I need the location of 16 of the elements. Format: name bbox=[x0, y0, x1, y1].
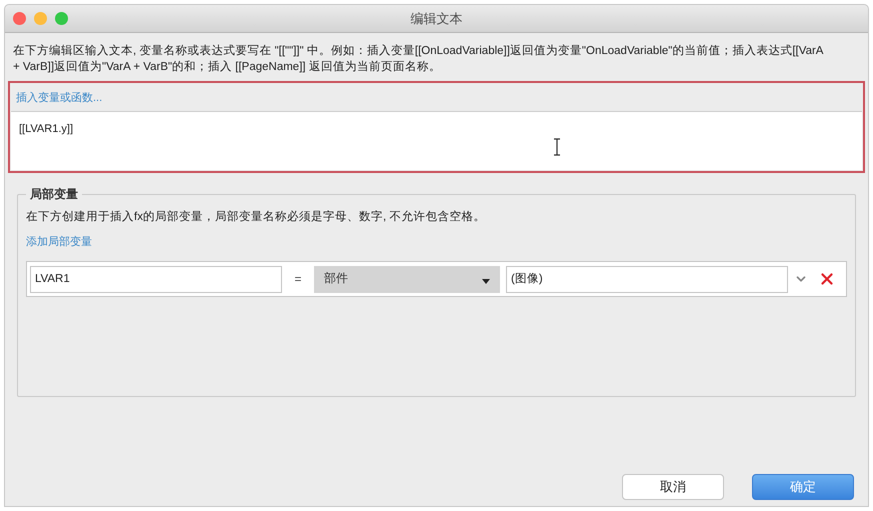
variable-name-field[interactable]: LVAR1 bbox=[30, 266, 282, 293]
cancel-button[interactable]: 取消 bbox=[622, 474, 724, 500]
text-editor[interactable]: [[LVAR1.y]] bbox=[11, 111, 862, 170]
description-text: 在下方编辑区输入文本, 变量名称或表达式要写在 "[[""]]" 中。例如：插入变量[[OnLoadVariable]]返回值为变量"OnLoadVariable"的当前值；插入表达式[[VarA + VarB]]返回值为"VarA + VarB"的和；插入 [[PageName]] 返回值为当前页面名称。 bbox=[12, 43, 824, 75]
minimize-window-icon[interactable] bbox=[34, 12, 47, 25]
editor-text: [[LVAR1.y]] bbox=[19, 123, 74, 135]
target-field[interactable]: (图像) bbox=[506, 266, 788, 293]
group-title: 局部变量 bbox=[29, 186, 79, 203]
maximize-window-icon[interactable] bbox=[55, 12, 68, 25]
text-cursor-icon bbox=[553, 138, 561, 156]
close-window-icon[interactable] bbox=[13, 12, 26, 25]
type-dropdown[interactable]: 部件 bbox=[314, 266, 500, 293]
hint-text: 在下方创建用于插入fx的局部变量，局部变量名称必须是字母、数字, 不允许包含空格。 bbox=[26, 209, 486, 225]
operator-text: = bbox=[293, 271, 302, 288]
dropdown-arrow-icon bbox=[482, 278, 490, 284]
window-title: 编辑文本 bbox=[410, 10, 462, 28]
